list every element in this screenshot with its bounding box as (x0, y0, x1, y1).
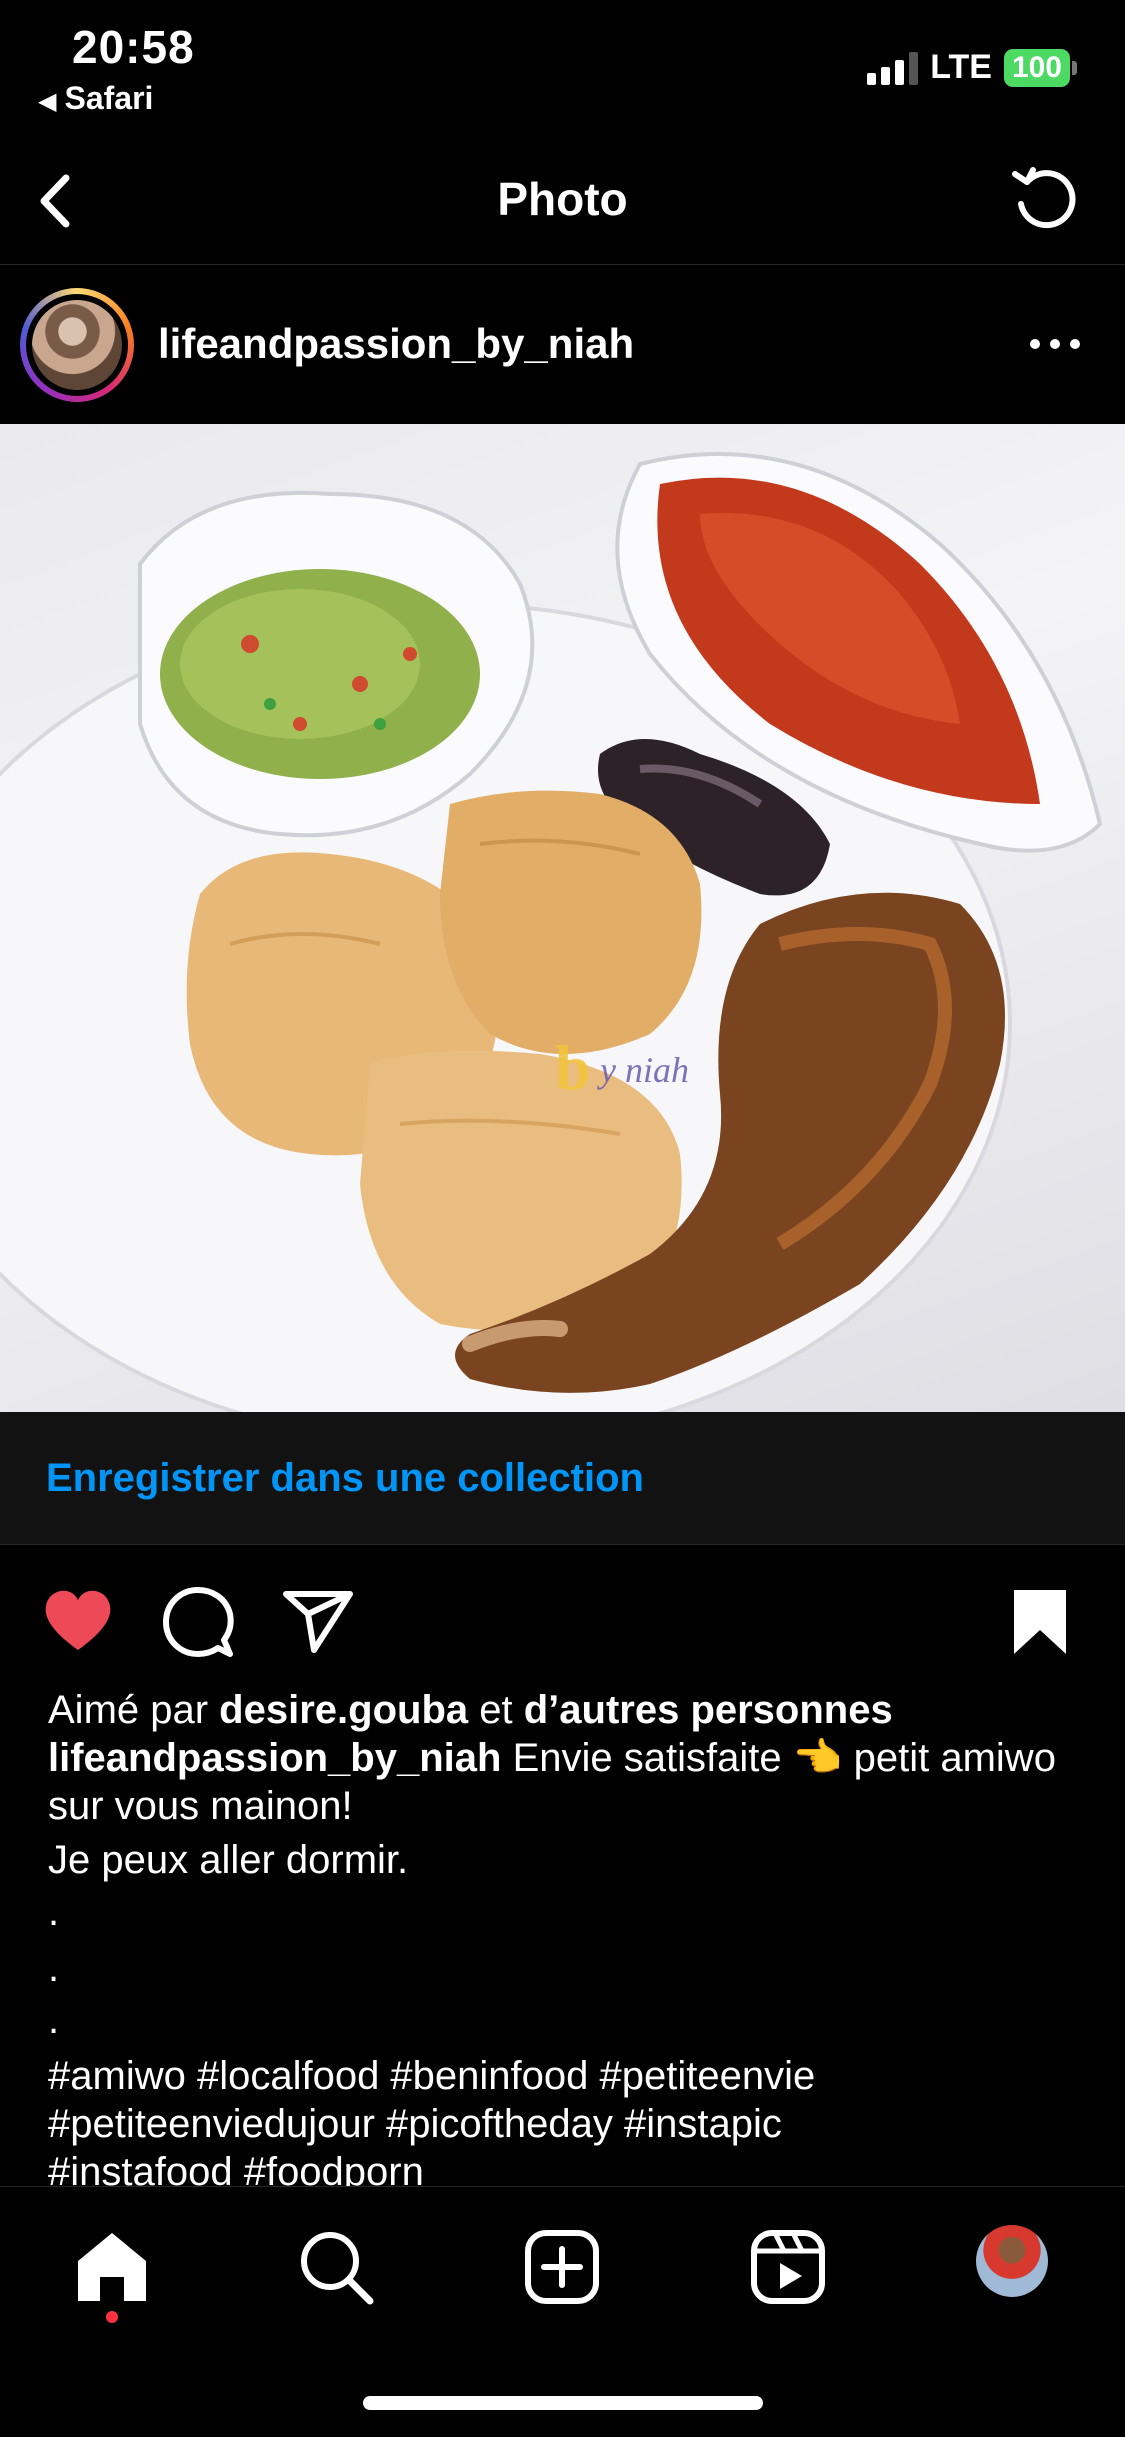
more-horizontal-icon[interactable] (1025, 326, 1085, 362)
refresh-icon[interactable] (1005, 160, 1085, 240)
back-triangle-icon: ◀ (38, 88, 57, 115)
activity-dot (106, 2311, 118, 2323)
caption-hashtags-1[interactable]: #amiwo #localfood #beninfood #petiteenvi… (48, 2052, 1088, 2100)
home-indicator (363, 2396, 763, 2410)
home-icon[interactable] (72, 2227, 152, 2307)
cellular-signal-icon (867, 51, 919, 85)
save-to-collection-link[interactable]: Enregistrer dans une collection (46, 1456, 644, 1501)
nav-bar: Photo (0, 130, 1125, 265)
battery-level: 100 (1003, 48, 1070, 87)
food-photo-image: b y niah (0, 452, 1103, 1412)
page-title: Photo (497, 173, 628, 225)
profile-avatar[interactable] (976, 2225, 1048, 2297)
reels-icon[interactable] (748, 2227, 828, 2307)
likes-line: Aimé par desire.gouba et d’autres person… (48, 1686, 1088, 1734)
battery-icon: 100 (1003, 48, 1077, 87)
post-caption: Aimé par desire.gouba et d’autres person… (48, 1686, 1088, 2186)
create-icon[interactable] (522, 2227, 602, 2307)
back-to-app[interactable]: ◀ Safari (38, 80, 153, 117)
caption-dot: . (48, 1946, 60, 1990)
back-app-label: Safari (64, 80, 154, 116)
caption-dot: . (48, 1998, 60, 2042)
caption-hashtags-2[interactable]: #petiteenviedujour #picoftheday #instapi… (48, 2100, 1088, 2148)
likes-user[interactable]: desire.gouba (219, 1688, 468, 1732)
avatar-image (32, 300, 122, 390)
caption-hashtags-3[interactable]: #instafood #foodporn (48, 2148, 1088, 2186)
search-icon[interactable] (296, 2227, 376, 2307)
photo-watermark-b: b (555, 1032, 591, 1103)
heart-filled-icon[interactable] (40, 1584, 116, 1660)
status-indicators: LTE 100 (867, 48, 1077, 87)
photo-watermark-text: y niah (597, 1050, 689, 1090)
comment-icon[interactable] (160, 1584, 236, 1660)
status-time: 20:58 (72, 21, 195, 73)
caption-username[interactable]: lifeandpassion_by_niah (48, 1736, 501, 1780)
likes-others[interactable]: d’autres personnes (524, 1688, 893, 1732)
avatar[interactable] (20, 288, 134, 402)
post-photo[interactable]: b y niah (0, 424, 1125, 1412)
post-header: lifeandpassion_by_niah (0, 264, 1125, 424)
send-icon[interactable] (280, 1584, 356, 1660)
caption-dot: . (48, 1890, 60, 1934)
likes-middle: et (468, 1688, 524, 1732)
bookmark-filled-icon[interactable] (1002, 1584, 1078, 1660)
caption-line2: Je peux aller dormir. (48, 1838, 409, 1882)
post-actions (0, 1544, 1125, 1694)
post-username[interactable]: lifeandpassion_by_niah (158, 320, 634, 368)
save-to-collection-bar: Enregistrer dans une collection (0, 1412, 1125, 1545)
likes-prefix: Aimé par (48, 1688, 220, 1732)
status-bar: 20:58 ◀ Safari LTE 100 (0, 0, 1125, 130)
caption-text: lifeandpassion_by_niah Envie satisfaite … (48, 1734, 1088, 1830)
network-type: LTE (930, 48, 992, 86)
